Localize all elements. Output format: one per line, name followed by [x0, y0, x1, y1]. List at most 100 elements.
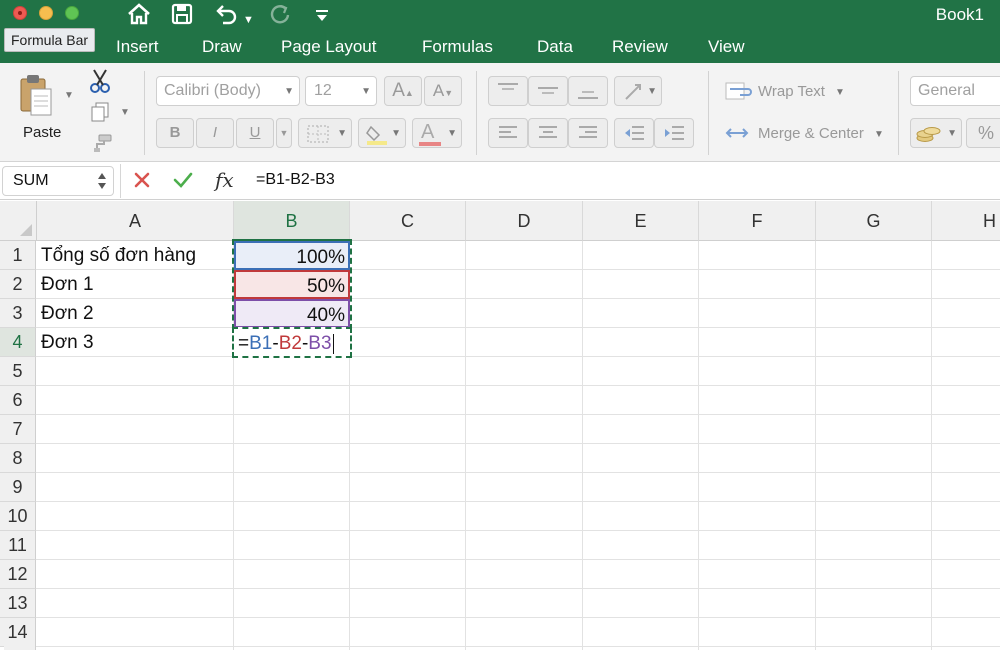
cell-b2[interactable]: 50% — [234, 270, 350, 299]
select-all-icon — [20, 224, 32, 236]
align-right-button[interactable] — [568, 118, 608, 148]
font-color-icon: A — [421, 121, 435, 143]
column-header-b[interactable]: B — [234, 201, 350, 241]
align-right-icon — [579, 126, 597, 138]
formula-input[interactable]: =B1-B2-B3 — [256, 171, 335, 189]
row-header-4[interactable]: 4 — [0, 328, 36, 357]
column-header-c[interactable]: C — [350, 201, 466, 241]
font-name-select[interactable]: Calibri (Body) ▼ — [156, 76, 300, 106]
wrap-text-button[interactable]: Wrap Text — [758, 83, 825, 100]
cell-a2[interactable]: Đơn 1 — [41, 270, 94, 299]
orientation-icon — [625, 84, 641, 100]
tab-data[interactable]: Data — [537, 37, 573, 57]
row-header-9[interactable]: 9 — [0, 473, 36, 502]
save-icon[interactable] — [170, 2, 194, 26]
column-header-h[interactable]: H — [932, 201, 1000, 241]
insert-function-button[interactable]: fx — [215, 168, 234, 192]
cell-b3[interactable]: 40% — [234, 299, 350, 328]
number-format-select[interactable]: General — [910, 76, 1000, 106]
cell-b4-editor[interactable]: =B1-B2-B3 — [232, 327, 352, 358]
align-top-button[interactable] — [488, 76, 528, 106]
percent-style-button[interactable]: % — [966, 118, 1000, 148]
increase-font-size-button[interactable]: A▲ — [384, 76, 422, 106]
row-header-10[interactable]: 10 — [0, 502, 36, 531]
tab-review[interactable]: Review — [612, 37, 668, 57]
align-middle-icon — [538, 87, 558, 94]
row-header-8[interactable]: 8 — [0, 444, 36, 473]
wrap-text-dropdown-icon[interactable]: ▼ — [835, 87, 845, 98]
copy-icon[interactable] — [90, 101, 110, 128]
chevron-down-icon: ▼ — [391, 128, 401, 139]
underline-button[interactable]: U — [236, 118, 274, 148]
number-format-value: General — [918, 82, 975, 99]
column-header-e[interactable]: E — [583, 201, 699, 241]
name-box[interactable]: SUM — [2, 166, 114, 196]
align-bottom-button[interactable] — [568, 76, 608, 106]
paste-label[interactable]: Paste — [23, 124, 61, 141]
borders-button[interactable]: ▼ — [298, 118, 352, 148]
cell-a1[interactable]: Tổng số đơn hàng — [41, 241, 196, 270]
column-header-f[interactable]: F — [699, 201, 816, 241]
wrap-text-icon[interactable] — [724, 81, 754, 108]
align-center-button[interactable] — [528, 118, 568, 148]
accounting-format-button[interactable]: ▼ — [910, 118, 962, 148]
select-all-corner[interactable] — [0, 201, 37, 241]
column-header-d[interactable]: D — [466, 201, 583, 241]
excel-window: ▼ Book1 Insert Draw Page Layout Formulas… — [0, 0, 1000, 650]
italic-button[interactable]: I — [196, 118, 234, 148]
enter-icon[interactable] — [172, 170, 194, 195]
fill-color-button[interactable]: ▼ — [358, 118, 406, 148]
cell-b1[interactable]: 100% — [234, 241, 350, 270]
font-size-select[interactable]: 12 ▼ — [305, 76, 377, 106]
underline-dropdown-icon[interactable]: ▼ — [276, 118, 292, 148]
decrease-font-size-button[interactable]: A▼ — [424, 76, 462, 106]
copy-dropdown-icon[interactable]: ▼ — [120, 107, 130, 118]
chevron-down-icon: ▼ — [361, 86, 371, 97]
tab-formulas[interactable]: Formulas — [422, 37, 493, 57]
bold-button[interactable]: B — [156, 118, 194, 148]
increase-indent-icon — [665, 126, 684, 140]
paste-dropdown-icon[interactable]: ▼ — [64, 90, 74, 101]
undo-icon[interactable] — [213, 2, 239, 26]
row-header-6[interactable]: 6 — [0, 386, 36, 415]
home-icon[interactable] — [126, 2, 152, 26]
tab-view[interactable]: View — [708, 37, 745, 57]
align-left-button[interactable] — [488, 118, 528, 148]
row-header-2[interactable]: 2 — [0, 270, 36, 299]
column-header-g[interactable]: G — [816, 201, 932, 241]
row-header-11[interactable]: 11 — [0, 531, 36, 560]
row-header-1[interactable]: 1 — [0, 241, 36, 270]
close-window-button[interactable] — [13, 6, 27, 20]
merge-center-button[interactable]: Merge & Center — [758, 125, 864, 142]
row-header-3[interactable]: 3 — [0, 299, 36, 328]
undo-dropdown-icon[interactable]: ▼ — [243, 6, 254, 34]
align-bottom-icon — [578, 91, 598, 99]
tab-insert[interactable]: Insert — [116, 37, 159, 57]
merge-center-dropdown-icon[interactable]: ▼ — [874, 129, 884, 140]
tab-draw[interactable]: Draw — [202, 37, 242, 57]
cut-icon[interactable] — [89, 68, 111, 99]
formula-ref-b2: B2 — [278, 333, 302, 354]
cancel-icon[interactable] — [132, 170, 152, 195]
chevron-down-icon: ▼ — [647, 86, 657, 97]
column-header-a[interactable]: A — [37, 201, 234, 241]
decrease-indent-button[interactable] — [614, 118, 654, 148]
minimize-window-button[interactable] — [39, 6, 53, 20]
formula-eq: = — [238, 333, 250, 354]
paste-icon[interactable] — [18, 73, 56, 124]
row-header-7[interactable]: 7 — [0, 415, 36, 444]
row-header-13[interactable]: 13 — [0, 589, 36, 618]
merge-center-icon[interactable] — [724, 123, 750, 148]
tab-page-layout[interactable]: Page Layout — [281, 37, 376, 57]
increase-indent-button[interactable] — [654, 118, 694, 148]
format-painter-icon[interactable] — [90, 133, 112, 158]
font-color-button[interactable]: A ▼ — [412, 118, 462, 148]
cell-a4[interactable]: Đơn 3 — [41, 328, 94, 357]
cell-a3[interactable]: Đơn 2 — [41, 299, 94, 328]
customize-toolbar-icon[interactable] — [315, 4, 329, 24]
orientation-button[interactable]: ▼ — [614, 76, 662, 106]
zoom-window-button[interactable] — [65, 6, 79, 20]
row-header-5[interactable]: 5 — [0, 357, 36, 386]
row-header-12[interactable]: 12 — [0, 560, 36, 589]
align-middle-button[interactable] — [528, 76, 568, 106]
